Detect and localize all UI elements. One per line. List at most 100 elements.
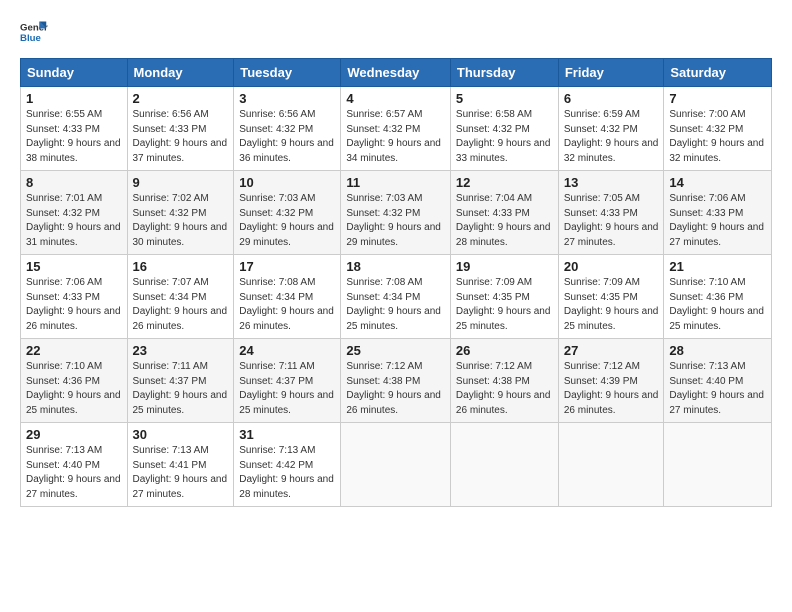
day-number: 15	[26, 259, 122, 274]
day-number: 5	[456, 91, 553, 106]
day-detail: Sunrise: 7:13 AMSunset: 4:41 PMDaylight:…	[133, 445, 228, 500]
day-number: 17	[239, 259, 335, 274]
week-row-2: 8 Sunrise: 7:01 AMSunset: 4:32 PMDayligh…	[21, 171, 772, 255]
day-cell: 8 Sunrise: 7:01 AMSunset: 4:32 PMDayligh…	[21, 171, 128, 255]
day-number: 28	[669, 343, 766, 358]
header-row: SundayMondayTuesdayWednesdayThursdayFrid…	[21, 59, 772, 87]
day-cell: 28 Sunrise: 7:13 AMSunset: 4:40 PMDaylig…	[664, 339, 772, 423]
day-detail: Sunrise: 7:12 AMSunset: 4:38 PMDaylight:…	[346, 361, 441, 416]
day-number: 14	[669, 175, 766, 190]
day-cell: 31 Sunrise: 7:13 AMSunset: 4:42 PMDaylig…	[234, 423, 341, 507]
day-cell: 18 Sunrise: 7:08 AMSunset: 4:34 PMDaylig…	[341, 255, 451, 339]
day-cell: 4 Sunrise: 6:57 AMSunset: 4:32 PMDayligh…	[341, 87, 451, 171]
day-detail: Sunrise: 7:13 AMSunset: 4:40 PMDaylight:…	[669, 361, 764, 416]
day-detail: Sunrise: 7:11 AMSunset: 4:37 PMDaylight:…	[133, 361, 228, 416]
day-cell: 5 Sunrise: 6:58 AMSunset: 4:32 PMDayligh…	[450, 87, 558, 171]
day-number: 9	[133, 175, 229, 190]
day-detail: Sunrise: 7:12 AMSunset: 4:39 PMDaylight:…	[564, 361, 659, 416]
day-cell: 7 Sunrise: 7:00 AMSunset: 4:32 PMDayligh…	[664, 87, 772, 171]
day-cell: 27 Sunrise: 7:12 AMSunset: 4:39 PMDaylig…	[558, 339, 664, 423]
day-number: 2	[133, 91, 229, 106]
day-detail: Sunrise: 7:12 AMSunset: 4:38 PMDaylight:…	[456, 361, 551, 416]
day-detail: Sunrise: 7:09 AMSunset: 4:35 PMDaylight:…	[456, 277, 551, 332]
day-cell: 19 Sunrise: 7:09 AMSunset: 4:35 PMDaylig…	[450, 255, 558, 339]
day-number: 27	[564, 343, 659, 358]
header-cell-wednesday: Wednesday	[341, 59, 451, 87]
day-number: 19	[456, 259, 553, 274]
day-cell: 25 Sunrise: 7:12 AMSunset: 4:38 PMDaylig…	[341, 339, 451, 423]
day-number: 4	[346, 91, 445, 106]
day-detail: Sunrise: 7:06 AMSunset: 4:33 PMDaylight:…	[669, 193, 764, 248]
day-number: 10	[239, 175, 335, 190]
day-cell: 15 Sunrise: 7:06 AMSunset: 4:33 PMDaylig…	[21, 255, 128, 339]
day-number: 8	[26, 175, 122, 190]
day-detail: Sunrise: 7:13 AMSunset: 4:42 PMDaylight:…	[239, 445, 334, 500]
day-number: 23	[133, 343, 229, 358]
day-detail: Sunrise: 6:57 AMSunset: 4:32 PMDaylight:…	[346, 109, 441, 164]
calendar-table: SundayMondayTuesdayWednesdayThursdayFrid…	[20, 58, 772, 507]
day-number: 7	[669, 91, 766, 106]
logo-icon: General Blue	[20, 18, 48, 46]
day-cell: 29 Sunrise: 7:13 AMSunset: 4:40 PMDaylig…	[21, 423, 128, 507]
day-cell	[450, 423, 558, 507]
day-number: 12	[456, 175, 553, 190]
day-cell: 20 Sunrise: 7:09 AMSunset: 4:35 PMDaylig…	[558, 255, 664, 339]
day-cell: 23 Sunrise: 7:11 AMSunset: 4:37 PMDaylig…	[127, 339, 234, 423]
day-cell: 9 Sunrise: 7:02 AMSunset: 4:32 PMDayligh…	[127, 171, 234, 255]
day-number: 25	[346, 343, 445, 358]
week-row-1: 1 Sunrise: 6:55 AMSunset: 4:33 PMDayligh…	[21, 87, 772, 171]
day-detail: Sunrise: 7:06 AMSunset: 4:33 PMDaylight:…	[26, 277, 121, 332]
header: General Blue	[20, 18, 772, 46]
day-cell: 10 Sunrise: 7:03 AMSunset: 4:32 PMDaylig…	[234, 171, 341, 255]
week-row-3: 15 Sunrise: 7:06 AMSunset: 4:33 PMDaylig…	[21, 255, 772, 339]
header-cell-saturday: Saturday	[664, 59, 772, 87]
day-detail: Sunrise: 7:07 AMSunset: 4:34 PMDaylight:…	[133, 277, 228, 332]
page-container: General Blue SundayMondayTuesdayWednesda…	[0, 0, 792, 517]
day-cell: 14 Sunrise: 7:06 AMSunset: 4:33 PMDaylig…	[664, 171, 772, 255]
day-cell: 21 Sunrise: 7:10 AMSunset: 4:36 PMDaylig…	[664, 255, 772, 339]
day-number: 29	[26, 427, 122, 442]
header-cell-monday: Monday	[127, 59, 234, 87]
day-cell: 1 Sunrise: 6:55 AMSunset: 4:33 PMDayligh…	[21, 87, 128, 171]
day-detail: Sunrise: 6:58 AMSunset: 4:32 PMDaylight:…	[456, 109, 551, 164]
day-cell: 16 Sunrise: 7:07 AMSunset: 4:34 PMDaylig…	[127, 255, 234, 339]
day-cell: 12 Sunrise: 7:04 AMSunset: 4:33 PMDaylig…	[450, 171, 558, 255]
day-cell	[664, 423, 772, 507]
day-detail: Sunrise: 7:05 AMSunset: 4:33 PMDaylight:…	[564, 193, 659, 248]
day-cell	[341, 423, 451, 507]
day-detail: Sunrise: 7:00 AMSunset: 4:32 PMDaylight:…	[669, 109, 764, 164]
day-cell: 22 Sunrise: 7:10 AMSunset: 4:36 PMDaylig…	[21, 339, 128, 423]
day-detail: Sunrise: 7:04 AMSunset: 4:33 PMDaylight:…	[456, 193, 551, 248]
day-detail: Sunrise: 6:59 AMSunset: 4:32 PMDaylight:…	[564, 109, 659, 164]
header-cell-sunday: Sunday	[21, 59, 128, 87]
day-cell: 13 Sunrise: 7:05 AMSunset: 4:33 PMDaylig…	[558, 171, 664, 255]
day-detail: Sunrise: 7:10 AMSunset: 4:36 PMDaylight:…	[26, 361, 121, 416]
day-cell: 30 Sunrise: 7:13 AMSunset: 4:41 PMDaylig…	[127, 423, 234, 507]
week-row-5: 29 Sunrise: 7:13 AMSunset: 4:40 PMDaylig…	[21, 423, 772, 507]
day-number: 11	[346, 175, 445, 190]
day-number: 26	[456, 343, 553, 358]
day-detail: Sunrise: 7:09 AMSunset: 4:35 PMDaylight:…	[564, 277, 659, 332]
header-cell-thursday: Thursday	[450, 59, 558, 87]
day-cell: 11 Sunrise: 7:03 AMSunset: 4:32 PMDaylig…	[341, 171, 451, 255]
day-number: 16	[133, 259, 229, 274]
header-cell-tuesday: Tuesday	[234, 59, 341, 87]
day-detail: Sunrise: 7:08 AMSunset: 4:34 PMDaylight:…	[346, 277, 441, 332]
day-detail: Sunrise: 7:01 AMSunset: 4:32 PMDaylight:…	[26, 193, 121, 248]
day-number: 22	[26, 343, 122, 358]
day-cell: 6 Sunrise: 6:59 AMSunset: 4:32 PMDayligh…	[558, 87, 664, 171]
day-detail: Sunrise: 6:55 AMSunset: 4:33 PMDaylight:…	[26, 109, 121, 164]
day-number: 6	[564, 91, 659, 106]
day-number: 1	[26, 91, 122, 106]
day-number: 30	[133, 427, 229, 442]
day-detail: Sunrise: 7:11 AMSunset: 4:37 PMDaylight:…	[239, 361, 334, 416]
day-number: 21	[669, 259, 766, 274]
header-cell-friday: Friday	[558, 59, 664, 87]
day-cell: 26 Sunrise: 7:12 AMSunset: 4:38 PMDaylig…	[450, 339, 558, 423]
day-detail: Sunrise: 7:10 AMSunset: 4:36 PMDaylight:…	[669, 277, 764, 332]
day-cell	[558, 423, 664, 507]
day-number: 20	[564, 259, 659, 274]
day-number: 18	[346, 259, 445, 274]
day-detail: Sunrise: 7:02 AMSunset: 4:32 PMDaylight:…	[133, 193, 228, 248]
day-cell: 17 Sunrise: 7:08 AMSunset: 4:34 PMDaylig…	[234, 255, 341, 339]
